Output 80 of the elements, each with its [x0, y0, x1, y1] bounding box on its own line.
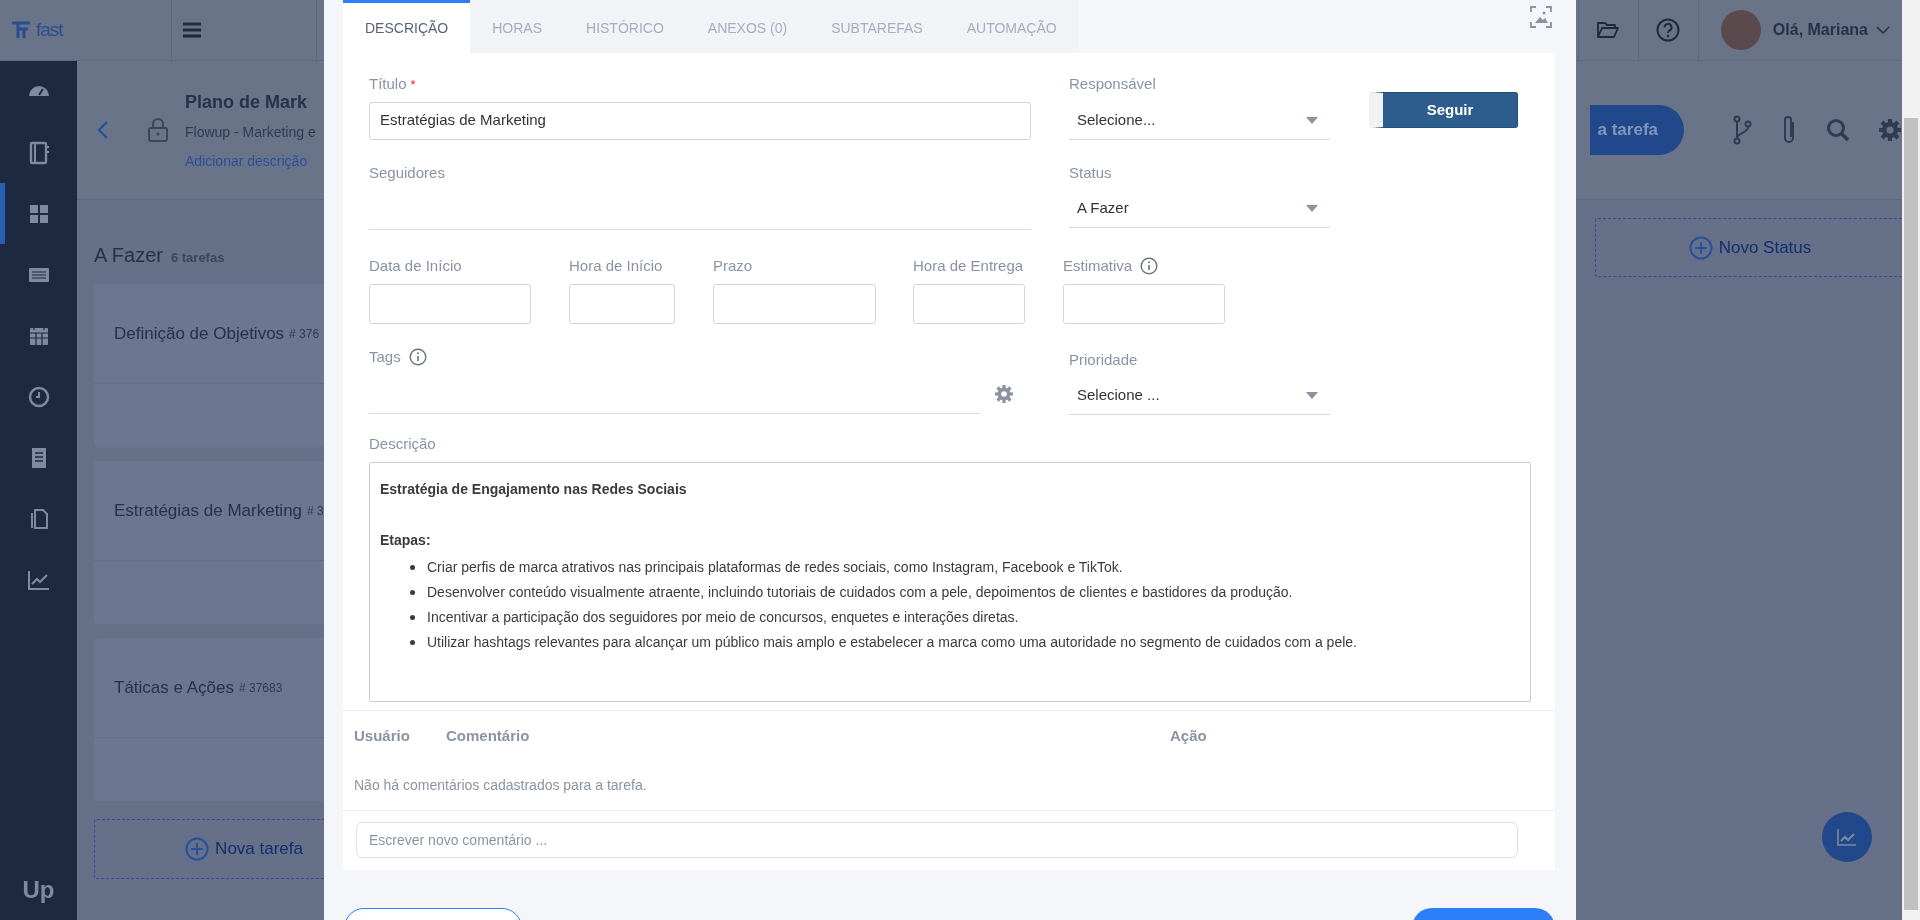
task-number: # 376 — [289, 325, 320, 343]
caret-down-icon — [1306, 116, 1318, 124]
column-header: Usuário — [354, 725, 411, 746]
date-input[interactable] — [569, 283, 675, 324]
date-input[interactable] — [713, 283, 876, 324]
select-value: Selecione... — [1077, 109, 1156, 130]
column-title: A Fazer — [94, 243, 163, 268]
avatar[interactable] — [1720, 10, 1761, 50]
plus-circle-icon — [185, 837, 210, 861]
caret-down-icon — [1306, 392, 1318, 399]
folder-icon[interactable] — [1597, 21, 1620, 39]
field-label: Data de Início — [369, 256, 462, 276]
description-subheading: Etapas: — [380, 530, 432, 550]
project-subtitle: Flowup - Marketing e — [185, 122, 316, 142]
field-label: Estimativa — [1063, 256, 1133, 276]
clock-icon — [26, 384, 51, 409]
menu-icon[interactable] — [183, 22, 201, 38]
bullet-icon — [410, 639, 415, 645]
task-number: # 37683 — [239, 679, 283, 697]
field-label: Prioridade — [1069, 349, 1138, 370]
list-item: Criar perfis de marca atrativos nas principais plataformas de redes sociais, como Instagram, Facebook e TikTok. — [427, 557, 1123, 577]
logo-text: fast — [36, 17, 63, 42]
new-task-button[interactable]: a tarefa — [1589, 105, 1684, 155]
logo-text: Up — [21, 875, 56, 905]
column-header: Comentário — [446, 725, 531, 746]
task-number: # 3 — [307, 502, 324, 520]
chart-button[interactable] — [1822, 812, 1872, 862]
task-title: Definição de Objetivos — [114, 322, 285, 345]
search-icon[interactable] — [1826, 118, 1850, 142]
bullet-icon — [410, 564, 415, 570]
field-label: Descrição — [369, 434, 436, 454]
caret-down-icon — [1306, 205, 1318, 212]
plus-circle-icon — [1688, 235, 1713, 260]
description-heading: Estratégia de Engajamento nas Redes Sociais — [380, 479, 688, 499]
branch-icon[interactable] — [1732, 115, 1752, 145]
follow-button[interactable]: Seguir — [1369, 92, 1518, 128]
bullet-icon — [410, 589, 415, 595]
lock-icon — [147, 117, 169, 143]
select-value: A Fazer — [1077, 198, 1129, 219]
date-input[interactable] — [369, 283, 531, 324]
date-input[interactable] — [1063, 283, 1225, 324]
list-item: Utilizar hashtags relevantes para alcançar um público mais amplo e estabelecer a marca como uma autoridade no segmento de cuidados com a pele. — [427, 632, 1357, 652]
settings-icon[interactable] — [994, 384, 1014, 404]
responsible-select[interactable]: Selecione... — [1069, 101, 1330, 140]
priority-select[interactable]: Selecione ... — [1069, 377, 1330, 415]
column-header: Ação — [1170, 725, 1208, 746]
chart-icon — [1837, 828, 1857, 846]
field-label: Título — [369, 74, 407, 94]
description-editor[interactable] — [369, 461, 1531, 702]
field-label: Status — [1069, 162, 1112, 183]
back-icon[interactable] — [97, 120, 109, 140]
list-item: Incentivar a participação dos seguidores por meio de concursos, enquetes e interações diretas. — [427, 607, 1019, 627]
field-label: Seguidores — [369, 162, 445, 183]
bullet-icon — [410, 614, 415, 620]
info-icon — [408, 347, 427, 366]
date-input[interactable] — [913, 283, 1025, 324]
chevron-down-icon[interactable] — [1876, 26, 1890, 34]
task-title: Táticas e Ações — [114, 676, 234, 699]
field-label: Hora de Entrega — [913, 256, 1024, 276]
select-value: Selecione ... — [1077, 385, 1160, 406]
project-title: Plano de Mark — [185, 90, 309, 114]
field-label: Prazo — [713, 256, 753, 276]
scrollbar-thumb[interactable] — [1904, 118, 1918, 910]
add-description-link[interactable]: Adicionar descrição — [185, 150, 316, 172]
title-input[interactable]: Estratégias de Marketing — [369, 101, 1031, 140]
task-title: Estratégias de Marketing — [114, 499, 303, 522]
field-label: Hora de Início — [569, 256, 663, 276]
logo-icon — [10, 20, 32, 40]
empty-comments-text: Não há comentários cadastrados para a tarefa. — [343, 761, 1555, 811]
status-select[interactable]: A Fazer — [1069, 190, 1330, 228]
comment-input[interactable]: Escrever novo comentário ... — [356, 822, 1518, 858]
tab[interactable]: DESCRIÇÃO — [343, 0, 471, 53]
list-item: Desenvolver conteúdo visualmente atraente, incluindo tutoriais de cuidados com a pele, depoimentos de clientes e bastidores da produção. — [427, 582, 1293, 602]
expand-image-icon[interactable] — [1530, 6, 1552, 28]
required-mark: * — [410, 75, 416, 94]
scrollbar[interactable] — [1902, 0, 1920, 920]
field-label: Responsável — [1069, 74, 1156, 94]
help-icon[interactable] — [1656, 18, 1681, 42]
field-label: Tags — [369, 346, 401, 367]
user-greeting[interactable]: Olá, Mariana — [1772, 18, 1868, 42]
